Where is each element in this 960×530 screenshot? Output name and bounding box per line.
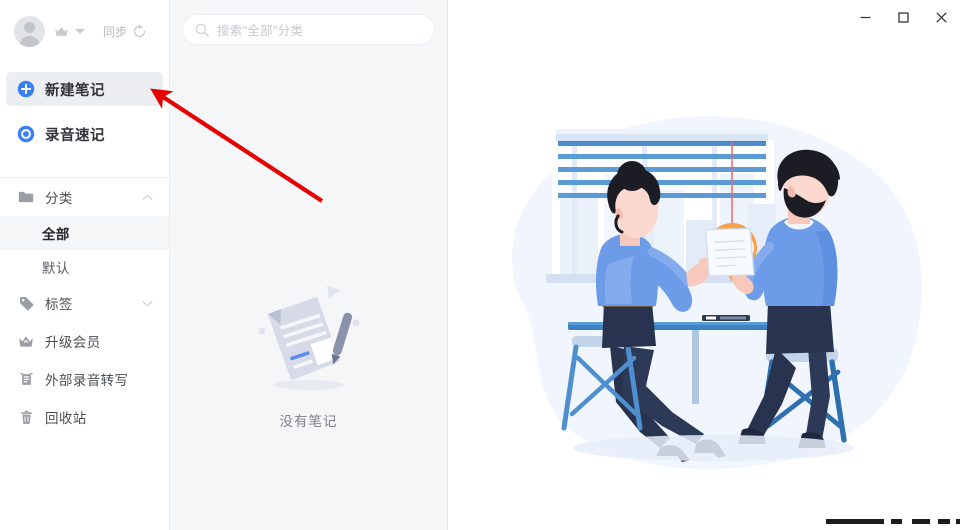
sidebar-label-default: 默认 xyxy=(42,261,70,276)
crown-icon xyxy=(18,333,34,349)
close-button[interactable] xyxy=(922,2,960,32)
chevron-down-icon[interactable] xyxy=(142,300,153,307)
sidebar-item-all[interactable]: 全部 xyxy=(0,216,169,250)
search-placeholder: 搜索"全部"分类 xyxy=(217,24,304,38)
chevron-up-icon[interactable] xyxy=(142,194,153,201)
sidebar-label-category: 分类 xyxy=(45,191,73,206)
crown-icon[interactable] xyxy=(54,25,69,38)
sidebar-item-category[interactable]: 分类 xyxy=(0,178,169,216)
empty-state-label: 没有笔记 xyxy=(279,414,338,429)
note-list-panel: 搜索"全部"分类 没有笔记 xyxy=(170,0,448,530)
transcribe-doc-icon xyxy=(18,371,34,387)
plus-circle-icon xyxy=(17,80,35,98)
record-circle-icon xyxy=(17,125,35,143)
sidebar-label-recycle-bin: 回收站 xyxy=(45,411,87,426)
search-container: 搜索"全部"分类 xyxy=(170,0,447,45)
sidebar-item-recycle-bin[interactable]: 回收站 xyxy=(0,398,169,436)
main-panel xyxy=(448,0,960,530)
chevron-down-icon[interactable] xyxy=(75,28,85,34)
trash-icon xyxy=(18,409,34,425)
new-note-label: 新建笔记 xyxy=(45,82,105,99)
sidebar-item-upgrade[interactable]: 升级会员 xyxy=(0,322,169,360)
two-people-meeting-recording-illustration xyxy=(464,96,936,496)
user-avatar[interactable] xyxy=(14,15,45,47)
new-note-button[interactable]: 新建笔记 xyxy=(6,72,163,106)
app-window: 同步 新建笔记 录音速记 分类 全部 默认 标签 升级会员 外部录音转写 回收站… xyxy=(0,0,960,530)
minimize-button[interactable] xyxy=(846,2,884,32)
sidebar-item-tags[interactable]: 标签 xyxy=(0,284,169,322)
window-controls xyxy=(846,0,960,34)
folder-icon xyxy=(18,189,34,205)
account-row[interactable]: 同步 xyxy=(0,0,169,62)
record-note-button[interactable]: 录音速记 xyxy=(6,117,163,151)
sidebar: 同步 新建笔记 录音速记 分类 全部 默认 标签 升级会员 外部录音转写 回收站 xyxy=(0,0,170,530)
sidebar-item-external-transcribe[interactable]: 外部录音转写 xyxy=(0,360,169,398)
sidebar-label-tags: 标签 xyxy=(45,297,73,312)
sync-refresh-icon[interactable] xyxy=(132,23,147,39)
empty-note-document-icon xyxy=(258,286,360,390)
tag-icon xyxy=(18,295,34,311)
sidebar-label-upgrade: 升级会员 xyxy=(45,335,101,350)
record-note-label: 录音速记 xyxy=(45,127,105,144)
sync-label: 同步 xyxy=(103,24,128,39)
search-icon xyxy=(195,23,209,37)
sidebar-label-external-transcribe: 外部录音转写 xyxy=(45,373,129,388)
maximize-button[interactable] xyxy=(884,2,922,32)
empty-state: 没有笔记 xyxy=(170,272,447,430)
search-input[interactable]: 搜索"全部"分类 xyxy=(182,14,435,45)
sidebar-label-all: 全部 xyxy=(42,227,70,242)
sidebar-item-default[interactable]: 默认 xyxy=(0,250,169,284)
bottom-edge-strip xyxy=(826,519,960,524)
